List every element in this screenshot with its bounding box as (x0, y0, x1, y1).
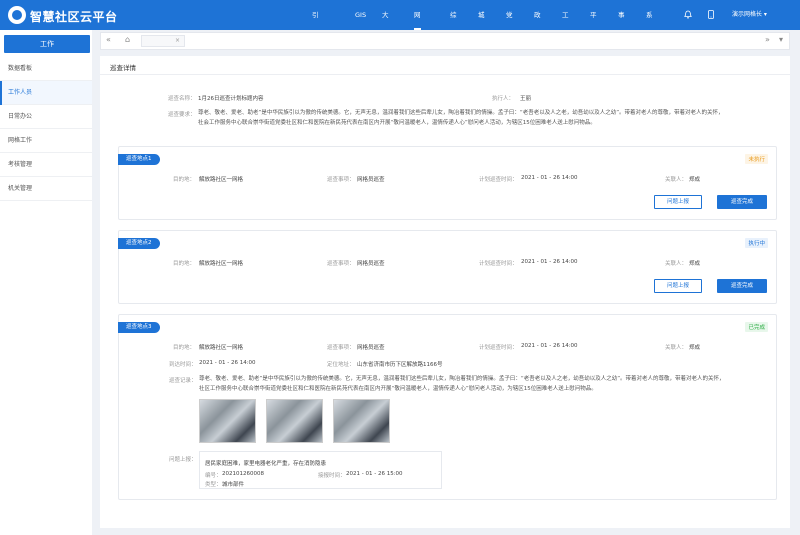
plan-time-value: 2021 - 01 - 26 14:00 (521, 175, 578, 181)
nav-item-system[interactable]: 系统 (646, 0, 653, 49)
plan-time-label: 计划巡查时间： (479, 177, 518, 183)
sidebar-item-grid-work[interactable]: 网格工作 (0, 129, 92, 153)
sidebar-item-staff[interactable]: 工作人员 (0, 81, 92, 105)
sidebar-item-assessment[interactable]: 考核管理 (0, 153, 92, 177)
checkpoint-tag: 巡查地点2 (118, 238, 160, 249)
executor-value: 王丽 (520, 96, 532, 102)
sidebar-item-dashboard[interactable]: 数据看板 (0, 57, 92, 81)
location-value: 山东省济南市历下区解放路1166号 (357, 362, 443, 368)
nav-item-urban[interactable]: 城管 (478, 0, 485, 49)
status-badge: 未执行 (745, 154, 768, 164)
inspection-photo-2[interactable] (266, 399, 323, 443)
record-text-2: 社区工作服务中心联合崇华街道党委社区和仁和医院在新民苑代表在南区内开展“敬问温暖… (199, 386, 597, 392)
requirement-label: 巡查要求： (168, 112, 196, 118)
sidebar-item-org[interactable]: 机关管理 (0, 177, 92, 201)
tab-close-icon[interactable]: × (175, 37, 180, 44)
dest-label: 目的地： (173, 345, 196, 351)
user-menu[interactable]: 演示网格长 ▾ (732, 9, 767, 18)
logo-icon (8, 6, 26, 24)
item-label: 巡查事项： (327, 261, 355, 267)
tab-bar: « ⌂ × » ▾ (100, 32, 790, 50)
issue-time-value: 2021 - 01 - 26 15:00 (346, 471, 403, 477)
inspection-photo-3[interactable] (333, 399, 390, 443)
contact-value: 郑成 (689, 177, 701, 183)
complete-button[interactable]: 巡查完成 (717, 195, 767, 209)
issue-no-value: 202101260008 (222, 471, 264, 477)
top-bar: 智慧社区云平台 引导页 GIS 大数据 网格化 综治 城管 党建 政务 工作 平… (0, 0, 800, 79)
arrive-time-value: 2021 - 01 - 26 14:00 (199, 360, 256, 366)
issue-no-label: 编号： (205, 473, 222, 479)
requirement-text-2: 社会工作服务中心联合崇华街道党委社区和仁和医院在新民苑代表在南区内开展“敬问温暖… (198, 120, 596, 126)
dest-value: 解放路社区一网格 (199, 345, 244, 351)
issue-title: 居民家庭困难，家里电器老化严重，存在消防隐患 (205, 461, 327, 467)
nav-item-work[interactable]: 工作 (562, 0, 569, 49)
divider (100, 74, 790, 75)
checkpoint-card-1: 巡查地点1 未执行 目的地： 解放路社区一网格 巡查事项： 网格员巡查 计划巡查… (118, 146, 777, 220)
record-label: 巡查记录： (169, 378, 197, 384)
plan-time-label: 计划巡查时间： (479, 261, 518, 267)
nav-item-guide[interactable]: 引导页 (312, 0, 319, 79)
issue-report-label: 问题上报： (169, 457, 197, 463)
bell-icon[interactable] (684, 10, 692, 21)
scroll-left-icon[interactable]: « (106, 35, 111, 44)
contact-value: 郑成 (689, 261, 701, 267)
nav-item-gis[interactable]: GIS (355, 0, 366, 30)
location-label: 定位地址： (327, 362, 355, 368)
item-label: 巡查事项： (327, 345, 355, 351)
issue-type-value: 城市部件 (222, 482, 245, 488)
nav-item-governance[interactable]: 综治 (450, 0, 457, 49)
nav-item-gov[interactable]: 政务 (534, 0, 541, 49)
nav-item-grid[interactable]: 网格化 (414, 0, 421, 79)
dest-value: 解放路社区一网格 (199, 261, 244, 267)
nav-item-safety[interactable]: 平安 (590, 0, 597, 49)
item-label: 巡查事项： (327, 177, 355, 183)
scroll-right-icon[interactable]: » (765, 35, 770, 44)
issue-report-box[interactable]: 居民家庭困难，家里电器老化严重，存在消防隐患 编号： 202101260008 … (199, 451, 442, 489)
report-issue-button[interactable]: 问题上报 (654, 279, 702, 293)
issue-time-label: 接报时间： (318, 473, 346, 479)
item-value: 网格员巡查 (357, 345, 385, 351)
name-label: 巡查名称： (168, 96, 196, 102)
mobile-icon[interactable] (708, 10, 714, 21)
sidebar: 工作 数据看板 工作人员 日常办公 网格工作 考核管理 机关管理 (0, 30, 92, 535)
report-issue-button[interactable]: 问题上报 (654, 195, 702, 209)
page-title: 巡查详情 (110, 64, 136, 72)
item-value: 网格员巡查 (357, 177, 385, 183)
plan-time-label: 计划巡查时间： (479, 345, 518, 351)
home-icon[interactable]: ⌂ (125, 35, 130, 44)
checkpoint-tag: 巡查地点1 (118, 154, 160, 165)
requirement-text-1: 尊老、敬老、爱老、助老”是中华民族引以为傲的传统美德。它，无声无息，温润着我们这… (198, 110, 724, 116)
complete-button[interactable]: 巡查完成 (717, 279, 767, 293)
sidebar-item-office[interactable]: 日常办公 (0, 105, 92, 129)
checkpoint-tag: 巡查地点3 (118, 322, 160, 333)
sidebar-header: 工作 (4, 35, 90, 53)
contact-label: 关联人： (665, 177, 688, 183)
contact-label: 关联人： (665, 261, 688, 267)
tab-current[interactable]: × (141, 35, 185, 47)
nav-item-event[interactable]: 事件 (618, 0, 625, 49)
record-text-1: 尊老、敬老、爱老、助老”是中华民族引以为傲的传统美德。它，无声无息，温润着我们这… (199, 376, 725, 382)
contact-value: 郑成 (689, 345, 701, 351)
dest-label: 目的地： (173, 261, 196, 267)
status-badge: 已完成 (745, 322, 768, 332)
executor-label: 执行人： (492, 96, 515, 102)
arrive-time-label: 到达时间： (169, 362, 197, 368)
contact-label: 关联人： (665, 345, 688, 351)
inspection-photo-1[interactable] (199, 399, 256, 443)
app-title: 智慧社区云平台 (30, 10, 118, 24)
plan-time-value: 2021 - 01 - 26 14:00 (521, 343, 578, 349)
item-value: 网格员巡查 (357, 261, 385, 267)
checkpoint-card-2: 巡查地点2 执行中 目的地： 解放路社区一网格 巡查事项： 网格员巡查 计划巡查… (118, 230, 777, 304)
plan-time-value: 2021 - 01 - 26 14:00 (521, 259, 578, 265)
issue-type-label: 类型： (205, 482, 222, 488)
status-badge: 执行中 (745, 238, 768, 248)
nav-item-party[interactable]: 党建 (506, 0, 513, 49)
nav-item-bigdata[interactable]: 大数据 (382, 0, 389, 79)
dest-value: 解放路社区一网格 (199, 177, 244, 183)
dest-label: 目的地： (173, 177, 196, 183)
name-value: 1月26日巡查计划标题内容 (198, 96, 264, 102)
tab-menu-icon[interactable]: ▾ (779, 35, 783, 44)
